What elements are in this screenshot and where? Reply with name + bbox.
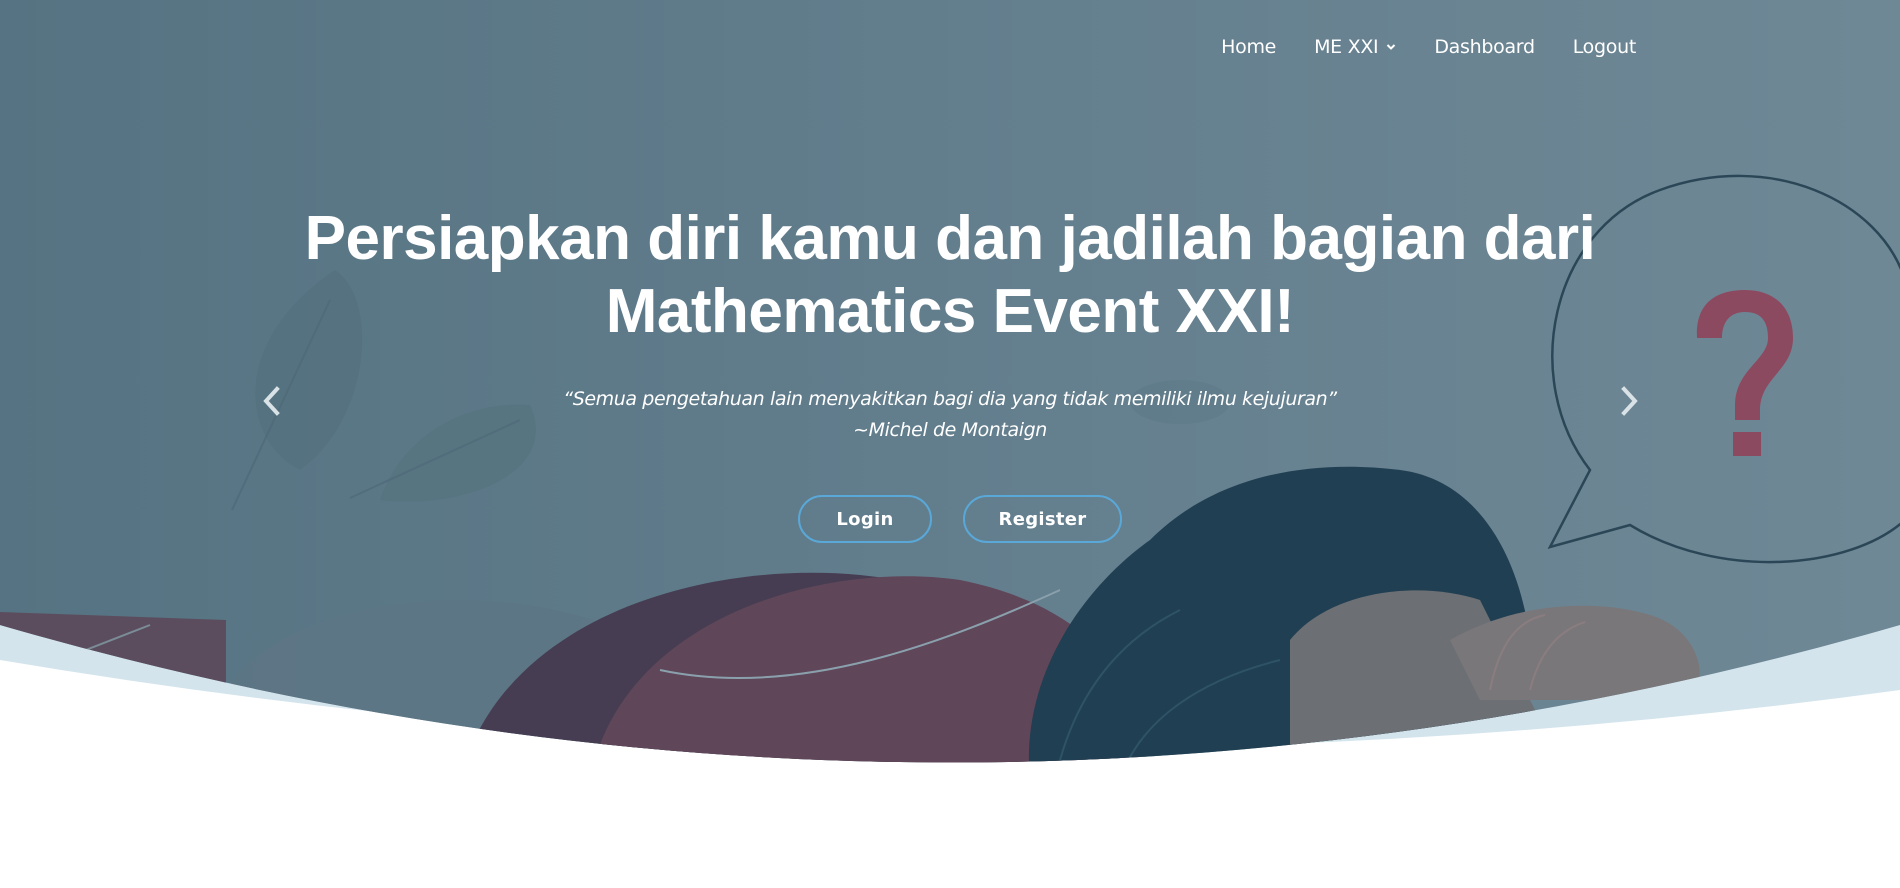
hero-section: Home ME XXI Dashboard Logout Persiapkan … [0, 0, 1900, 888]
register-button[interactable]: Register [963, 495, 1122, 543]
login-button[interactable]: Login [798, 495, 932, 543]
nav-me-xxi-dropdown[interactable]: ME XXI [1314, 36, 1396, 58]
hero-quote-text: “Semua pengetahuan lain menyakitkan bagi… [563, 388, 1337, 410]
hero-headline-line1: Persiapkan diri kamu dan jadilah bagian … [304, 204, 1596, 273]
hero-buttons: Login Register [0, 495, 1900, 543]
chevron-right-icon[interactable] [1614, 383, 1644, 419]
chevron-down-icon [1387, 44, 1396, 50]
page: Home ME XXI Dashboard Logout Persiapkan … [0, 0, 1900, 888]
hero-quote-author: ~Michel de Montaign [853, 419, 1047, 441]
nav-home[interactable]: Home [1221, 36, 1276, 58]
main-navigation: Home ME XXI Dashboard Logout [1221, 36, 1636, 58]
nav-logout[interactable]: Logout [1573, 36, 1637, 58]
hero-quote: “Semua pengetahuan lain menyakitkan bagi… [450, 384, 1450, 446]
nav-me-xxi-label: ME XXI [1314, 36, 1379, 58]
hero-headline-line2: Mathematics Event XXI! [605, 277, 1295, 346]
nav-dashboard[interactable]: Dashboard [1434, 36, 1535, 58]
chevron-left-icon[interactable] [257, 383, 287, 419]
hero-headline: Persiapkan diri kamu dan jadilah bagian … [300, 202, 1600, 348]
